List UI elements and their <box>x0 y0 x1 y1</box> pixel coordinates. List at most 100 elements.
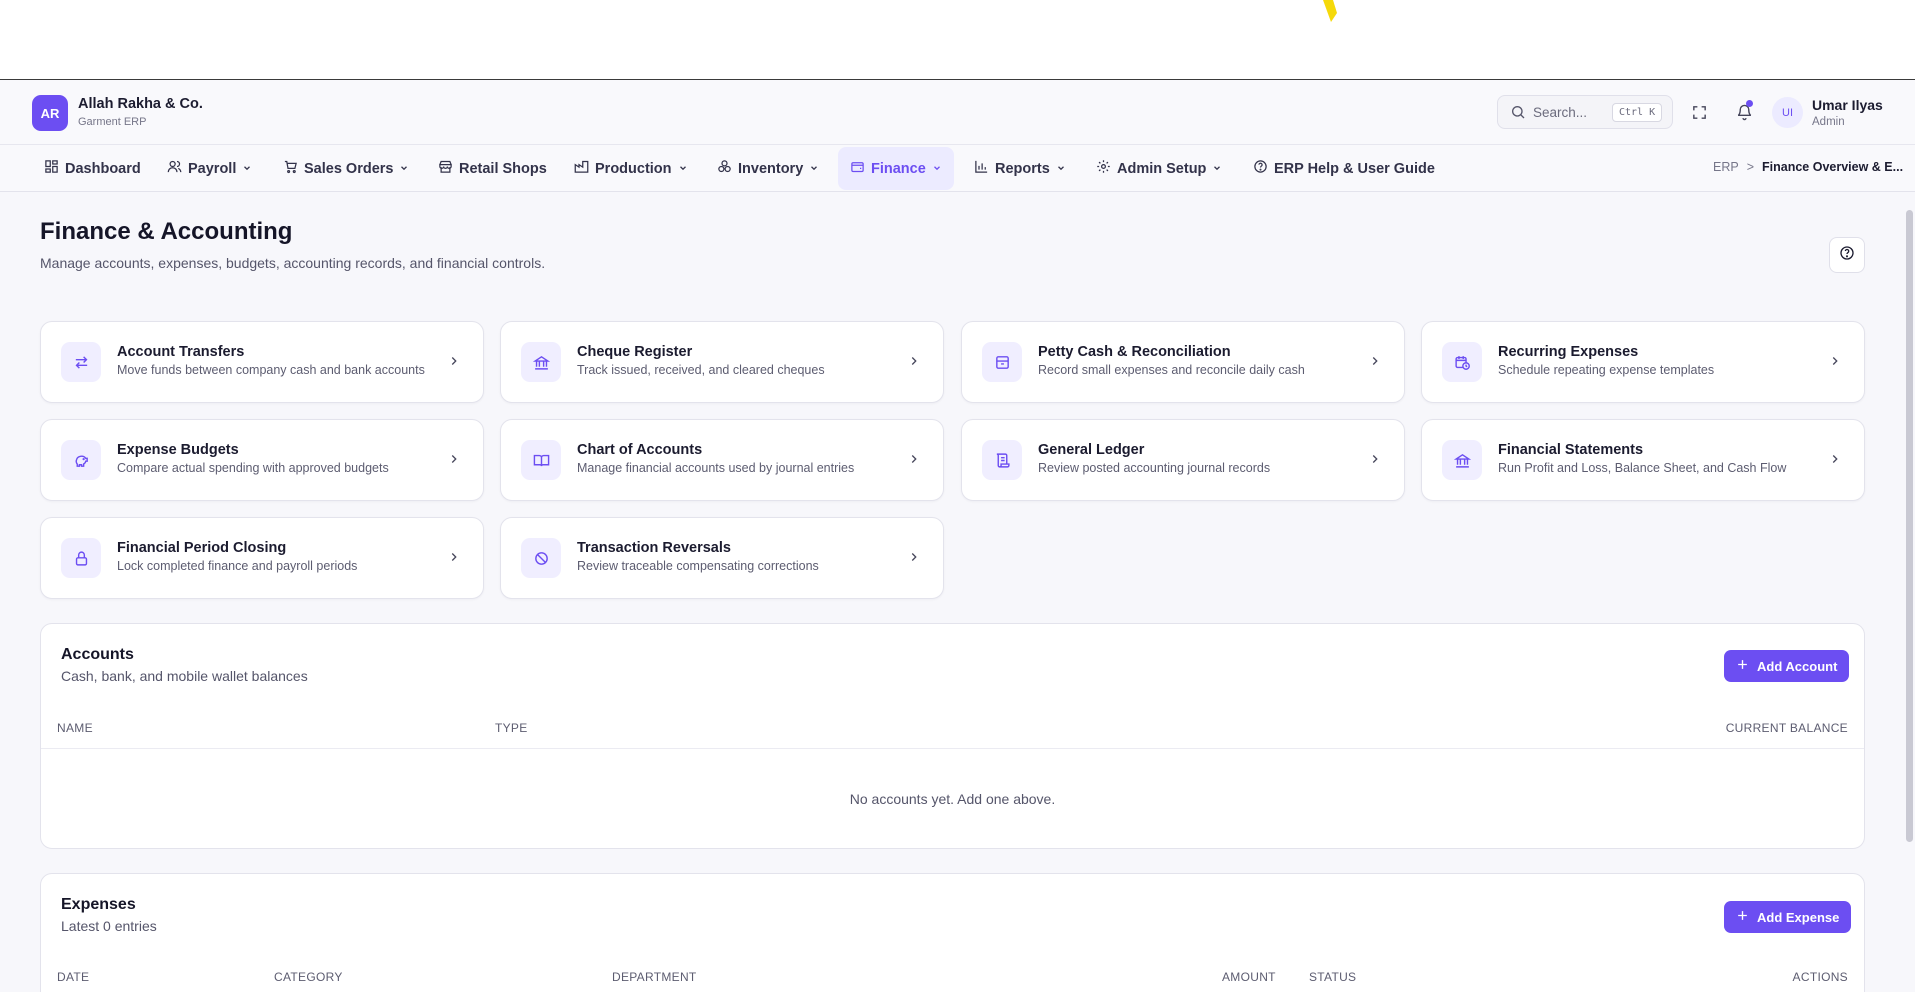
help-circle-icon <box>1253 159 1268 178</box>
chevron-right-icon <box>1828 452 1842 471</box>
tile-title: Chart of Accounts <box>577 442 703 458</box>
tile-account-transfers[interactable]: Account Transfers Move funds between com… <box>40 321 484 403</box>
search-shortcut: Ctrl K <box>1612 103 1663 122</box>
tile-petty-cash[interactable]: Petty Cash & Reconciliation Record small… <box>961 321 1405 403</box>
piggy-bank-icon <box>61 440 101 480</box>
column-header-category[interactable]: CATEGORY <box>274 970 343 984</box>
tile-title: Cheque Register <box>577 344 693 360</box>
tile-description: Review traceable compensating correction… <box>577 559 819 573</box>
accounts-subtitle: Cash, bank, and mobile wallet balances <box>61 668 308 684</box>
tile-description: Run Profit and Loss, Balance Sheet, and … <box>1498 461 1787 475</box>
landmark-icon <box>1442 440 1482 480</box>
nav-label: Sales Orders <box>304 160 394 177</box>
tile-chart-of-accounts[interactable]: Chart of Accounts Manage financial accou… <box>500 419 944 501</box>
nav-item-payroll[interactable]: Payroll <box>161 147 258 190</box>
nav-label: Finance <box>871 160 926 177</box>
chevron-right-icon <box>1368 354 1382 373</box>
tile-title: Financial Statements <box>1498 442 1644 458</box>
browser-top-area <box>0 0 1915 80</box>
tile-description: Move funds between company cash and bank… <box>117 363 425 377</box>
chevron-down-icon <box>1212 161 1222 177</box>
tile-description: Lock completed finance and payroll perio… <box>117 559 358 573</box>
chevron-right-icon <box>447 550 461 569</box>
add-expense-label: Add Expense <box>1757 909 1840 925</box>
column-header-current-balance[interactable]: CURRENT BALANCE <box>1726 721 1848 735</box>
add-account-button[interactable]: Add Account <box>1724 650 1850 682</box>
nav-item-inventory[interactable]: Inventory <box>711 147 825 190</box>
nav-item-erp-help[interactable]: ERP Help & User Guide <box>1247 147 1441 190</box>
transfer-icon <box>61 342 101 382</box>
search-input[interactable]: Search... Ctrl K <box>1497 95 1673 129</box>
add-expense-button[interactable]: Add Expense <box>1724 901 1852 933</box>
nav-item-retail-shops[interactable]: Retail Shops <box>432 147 553 190</box>
column-header-name[interactable]: NAME <box>57 721 93 735</box>
ban-icon <box>521 538 561 578</box>
breadcrumb-separator: > <box>1746 160 1755 174</box>
main-nav: Dashboard Payroll Sales Orders Retail Sh… <box>0 145 1915 192</box>
nav-label: Retail Shops <box>459 160 547 177</box>
chevron-down-icon <box>809 161 819 177</box>
tile-financial-statements[interactable]: Financial Statements Run Profit and Loss… <box>1421 419 1865 501</box>
plus-icon <box>1736 909 1749 925</box>
cash-box-icon <box>982 342 1022 382</box>
page-scrollbar[interactable] <box>1906 210 1913 842</box>
cart-icon <box>283 159 298 178</box>
tile-description: Record small expenses and reconcile dail… <box>1038 363 1305 377</box>
tile-transaction-reversals[interactable]: Transaction Reversals Review traceable c… <box>500 517 944 599</box>
wallet-icon <box>850 159 865 178</box>
page-title: Finance & Accounting <box>40 218 293 245</box>
nav-item-reports[interactable]: Reports <box>968 147 1072 190</box>
column-header-amount[interactable]: AMOUNT <box>1222 970 1276 984</box>
plus-icon <box>1736 658 1749 674</box>
avatar[interactable]: UI <box>1772 97 1803 128</box>
add-account-label: Add Account <box>1757 658 1838 674</box>
nav-item-production[interactable]: Production <box>568 147 694 190</box>
tile-title: Financial Period Closing <box>117 540 287 556</box>
tile-expense-budgets[interactable]: Expense Budgets Compare actual spending … <box>40 419 484 501</box>
chevron-right-icon <box>1828 354 1842 373</box>
store-icon <box>438 159 453 178</box>
column-header-type[interactable]: TYPE <box>495 721 528 735</box>
column-header-status[interactable]: STATUS <box>1309 970 1356 984</box>
column-header-actions[interactable]: ACTIONS <box>1793 970 1848 984</box>
users-icon <box>167 159 182 178</box>
nav-label: Admin Setup <box>1117 160 1207 177</box>
tile-description: Compare actual spending with approved bu… <box>117 461 389 475</box>
chevron-right-icon <box>907 550 921 569</box>
nav-item-finance[interactable]: Finance <box>838 147 954 190</box>
expenses-subtitle: Latest 0 entries <box>61 918 157 934</box>
tile-description: Schedule repeating expense templates <box>1498 363 1715 377</box>
chevron-right-icon <box>447 354 461 373</box>
breadcrumb-root[interactable]: ERP <box>1713 160 1739 174</box>
calendar-clock-icon <box>1442 342 1482 382</box>
chevron-down-icon <box>678 161 688 177</box>
nav-label: Inventory <box>738 160 804 177</box>
tile-general-ledger[interactable]: General Ledger Review posted accounting … <box>961 419 1405 501</box>
breadcrumb: ERP > Finance Overview & E... <box>1713 160 1913 174</box>
chevron-right-icon <box>1368 452 1382 471</box>
table-divider <box>41 748 1864 749</box>
user-name[interactable]: Umar Ilyas <box>1812 97 1883 113</box>
tile-title: Petty Cash & Reconciliation <box>1038 344 1231 360</box>
nav-item-admin-setup[interactable]: Admin Setup <box>1090 147 1228 190</box>
nav-item-sales-orders[interactable]: Sales Orders <box>277 147 415 190</box>
tile-recurring-expenses[interactable]: Recurring Expenses Schedule repeating ex… <box>1421 321 1865 403</box>
tile-title: Transaction Reversals <box>577 540 731 556</box>
tile-title: Expense Budgets <box>117 442 239 458</box>
column-header-department[interactable]: DEPARTMENT <box>612 970 697 984</box>
tile-financial-period-closing[interactable]: Financial Period Closing Lock completed … <box>40 517 484 599</box>
chevron-down-icon <box>242 161 252 177</box>
accounts-empty-message: No accounts yet. Add one above. <box>849 791 1056 807</box>
help-button[interactable] <box>1829 237 1865 273</box>
fullscreen-icon[interactable] <box>1689 102 1709 122</box>
lock-icon <box>61 538 101 578</box>
nav-item-dashboard[interactable]: Dashboard <box>38 147 147 190</box>
gear-icon <box>1096 159 1111 178</box>
brand-logo[interactable]: AR <box>32 95 68 131</box>
tile-cheque-register[interactable]: Cheque Register Track issued, received, … <box>500 321 944 403</box>
expenses-panel: Expenses Latest 0 entries Add Expense DA… <box>40 873 1865 992</box>
notification-dot <box>1746 100 1753 107</box>
tile-title: Recurring Expenses <box>1498 344 1639 360</box>
column-header-date[interactable]: DATE <box>57 970 89 984</box>
grid-icon <box>44 159 59 178</box>
